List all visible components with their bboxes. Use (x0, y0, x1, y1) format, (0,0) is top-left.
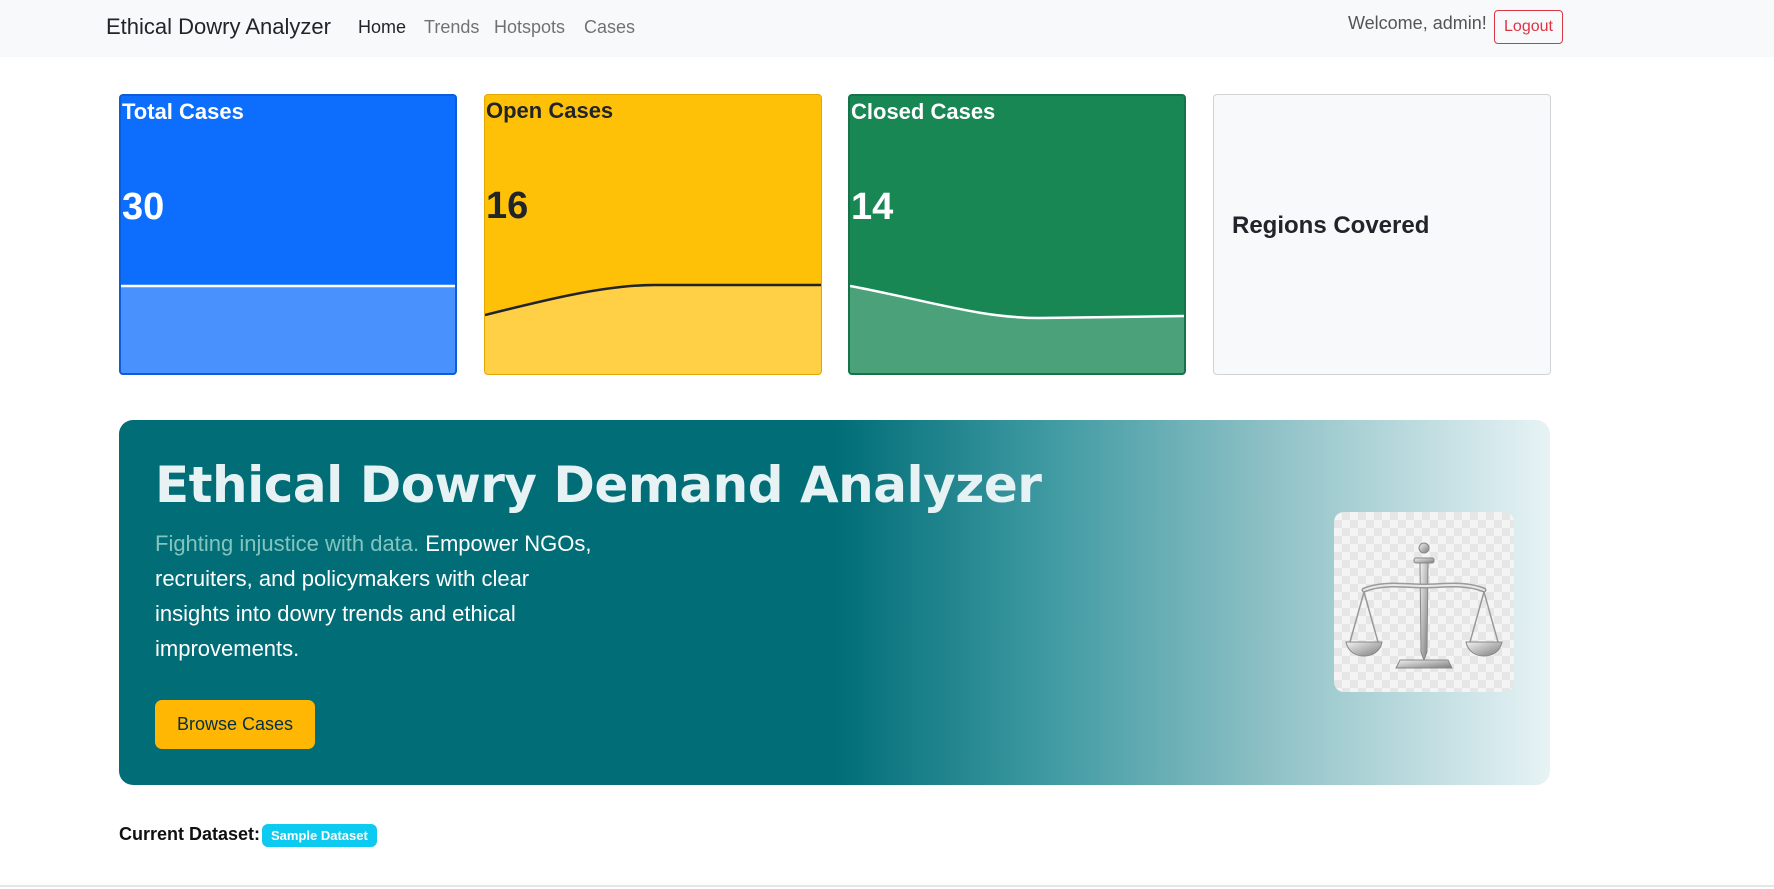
open-cases-sparkline (485, 283, 821, 374)
logout-button[interactable]: Logout (1494, 10, 1563, 44)
dataset-badge: Sample Dataset (262, 824, 377, 847)
page-divider (0, 885, 1774, 887)
hero-description: Fighting injustice with data. Empower NG… (155, 526, 605, 666)
scales-of-justice-icon (1345, 542, 1503, 669)
hero-title: Ethical Dowry Demand Analyzer (155, 456, 1042, 514)
hero-tagline: Fighting injustice with data. (155, 531, 420, 556)
total-cases-card: Total Cases 30 (119, 94, 457, 375)
open-cases-value: 16 (486, 185, 529, 227)
browse-cases-button[interactable]: Browse Cases (155, 700, 315, 749)
open-cases-card: Open Cases 16 (484, 94, 822, 375)
total-cases-title: Total Cases (122, 99, 244, 124)
regions-covered-card: Regions Covered (1213, 94, 1551, 375)
welcome-message: Welcome, admin! (1348, 13, 1487, 33)
closed-cases-value: 14 (851, 186, 894, 228)
total-cases-sparkline (121, 284, 455, 373)
nav-link-trends[interactable]: Trends (424, 17, 479, 38)
current-dataset-label: Current Dataset: (119, 824, 261, 844)
nav-link-cases[interactable]: Cases (584, 17, 635, 38)
brand-link[interactable]: Ethical Dowry Analyzer (106, 14, 331, 40)
nav-link-home[interactable]: Home (358, 17, 406, 38)
closed-cases-card: Closed Cases 14 (848, 94, 1186, 375)
closed-cases-sparkline (850, 284, 1184, 373)
top-navbar: Ethical Dowry Analyzer Home Trends Hotsp… (0, 0, 1774, 57)
regions-covered-title: Regions Covered (1232, 212, 1430, 239)
nav-link-hotspots[interactable]: Hotspots (494, 17, 565, 38)
open-cases-title: Open Cases (486, 98, 614, 123)
hero-image (1334, 512, 1514, 692)
closed-cases-title: Closed Cases (851, 99, 996, 124)
hero-banner: Ethical Dowry Demand Analyzer Fighting i… (119, 420, 1550, 785)
total-cases-value: 30 (122, 186, 165, 228)
